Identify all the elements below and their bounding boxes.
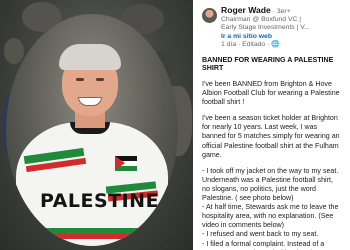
post-meta: 1 día · Editado · 🌐 xyxy=(221,41,350,49)
post-paragraph: I've been a season ticket holder at Brig… xyxy=(202,114,340,159)
eye xyxy=(96,78,104,81)
post-bullet-list: - I took off my jacket on the way to my … xyxy=(202,167,342,250)
author-info: Roger Wade · 3er+ Chairman @ Boxfund VC … xyxy=(221,6,350,49)
post-photo[interactable]: PALESTINE xyxy=(0,0,193,250)
globe-icon: 🌐 xyxy=(271,40,280,48)
post-bullet: - I filed a formal complaint. Instead of… xyxy=(202,239,328,250)
hair xyxy=(59,44,121,70)
post-header: Roger Wade · 3er+ Chairman @ Boxfund VC … xyxy=(202,6,342,54)
post-bullet: - I refused and went back to my seat. xyxy=(202,230,319,239)
shirt-stripe-red xyxy=(26,234,166,239)
profile-photo-circle: PALESTINE xyxy=(6,14,178,246)
author-name-row: Roger Wade · 3er+ xyxy=(221,6,350,16)
website-link[interactable]: Ir a mi sitio web xyxy=(221,33,350,41)
post-meta-text: 1 día · Editado · xyxy=(221,40,272,48)
avatar[interactable] xyxy=(202,8,217,23)
shirt-text: PALESTINE xyxy=(40,190,160,212)
background-spectator xyxy=(4,38,24,64)
connection-degree: · 3er+ xyxy=(272,8,291,15)
eye xyxy=(76,78,84,81)
author-name[interactable]: Roger Wade xyxy=(221,5,271,15)
post-paragraph: I've been BANNED from Brighton & Hove Al… xyxy=(202,80,340,107)
post-bullet: - At half time, Stewards ask me to leave… xyxy=(202,203,339,230)
post-bullet: - I took off my jacket on the way to my … xyxy=(202,166,339,203)
palestine-flag-badge xyxy=(115,156,137,171)
post-panel: Roger Wade · 3er+ Chairman @ Boxfund VC … xyxy=(193,0,350,250)
author-headline: Early Stage Investments | V... xyxy=(221,24,310,32)
author-headline: Chairman @ Boxfund VC | xyxy=(221,16,302,24)
post-title: BANNED FOR WEARING A PALESTINE SHIRT xyxy=(202,56,334,72)
